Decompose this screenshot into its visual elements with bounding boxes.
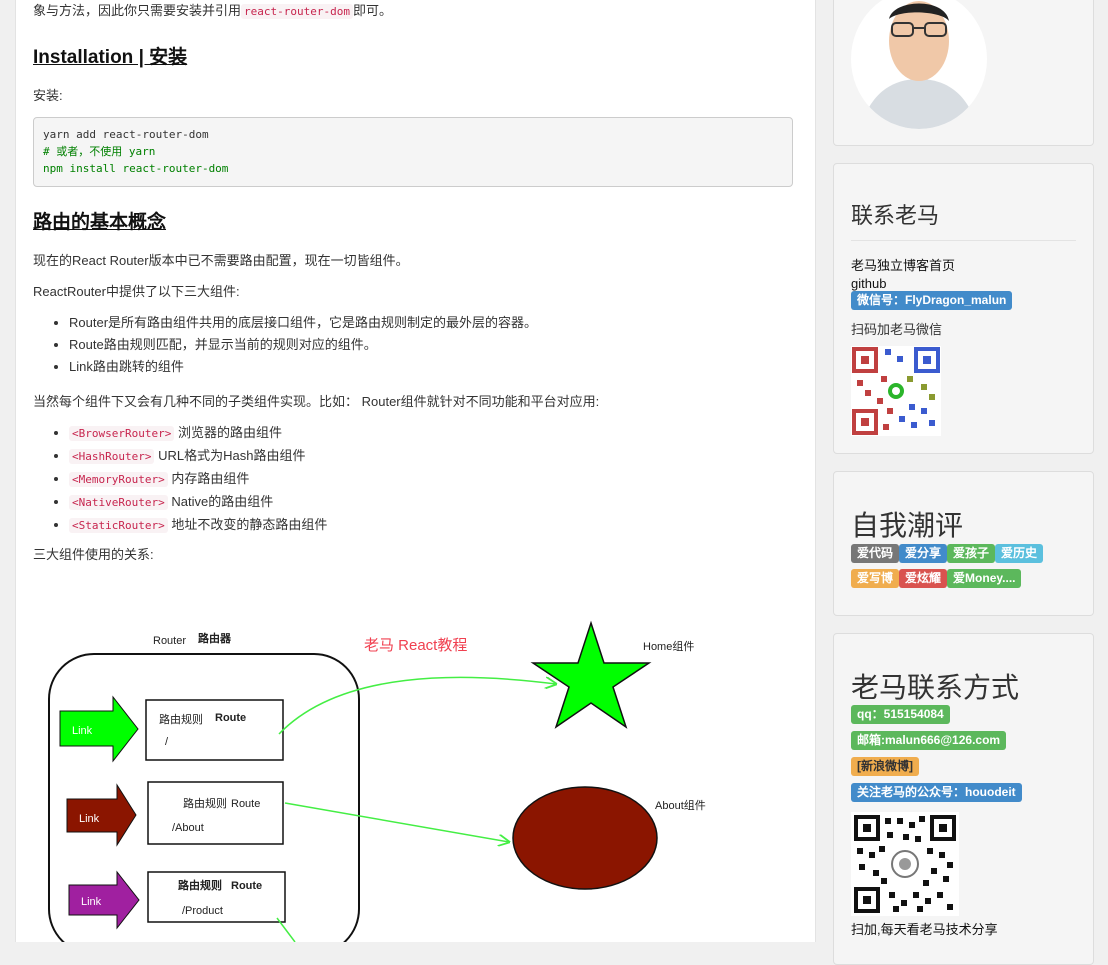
link-label: Link: [72, 725, 93, 737]
link-arrow-2: Link: [66, 783, 137, 847]
about-ellipse-shape: [512, 786, 658, 890]
tag-badge: 爱孩子: [947, 544, 996, 563]
paragraph-1: 现在的React Router版本中已不需要路由配置，现在一切皆组件。: [33, 253, 409, 268]
tag-badge: 爱代码: [851, 544, 900, 563]
intro-tail: 即可。: [352, 3, 392, 18]
code-block: yarn add react-router-dom # 或者，不使用 yarn …: [33, 117, 793, 187]
paragraph-4: 三大组件使用的关系:: [33, 547, 154, 562]
list-item: <BrowserRouter> 浏览器的路由组件: [69, 422, 327, 445]
tag-badge: 爱Money....: [947, 569, 1022, 588]
list-item: Route路由规则匹配，并显示当前的规则对应的组件。: [69, 334, 537, 356]
link-label: Link: [79, 813, 100, 825]
wechat-qr-code: [851, 346, 941, 436]
weibo-badge[interactable]: [新浪微博]: [851, 757, 919, 776]
home-star-shape: [530, 620, 652, 729]
route-rule-label: 路由规则: [183, 796, 227, 810]
list-item-desc: 内存路由组件: [171, 471, 250, 486]
arrow-to-home: [278, 676, 556, 735]
arrow-to-product: [276, 917, 296, 942]
list-item-desc: Native的路由组件: [171, 494, 274, 509]
inline-code: <StaticRouter>: [69, 518, 168, 533]
tag-badge: 爱写博: [851, 569, 900, 588]
inline-code: react-router-dom: [241, 4, 353, 19]
contact-card: 联系老马 老马独立博客首页 github 微信号：FlyDragon_malun…: [833, 163, 1094, 454]
about-component-label: About组件: [655, 798, 706, 812]
list-item-desc: 浏览器的路由组件: [177, 425, 282, 440]
code-line-3: npm install react-router-dom: [43, 162, 229, 175]
route-label: Route: [231, 798, 260, 810]
contact-methods-title: 老马联系方式: [851, 672, 1020, 703]
paragraph-3: 当然每个组件下又会有几种不同的子类组件实现。比如： Router组件就针对不同功…: [33, 394, 600, 409]
contact-title: 联系老马: [851, 203, 940, 228]
tag-list: 爱代码 爱分享 爱孩子 爱历史 爱写博 爱炫耀 爱Money....: [851, 544, 1076, 588]
watermark-text: 老马 React教程: [364, 637, 467, 654]
self-review-card: 自我潮评 爱代码 爱分享 爱孩子 爱历史 爱写博 爱炫耀 爱Money....: [833, 471, 1094, 616]
email-badge: 邮箱:malun666@126.com: [851, 731, 1007, 750]
wechat-badge: 微信号：FlyDragon_malun: [851, 291, 1013, 310]
router-label: Router: [153, 635, 186, 647]
home-component-label: Home组件: [643, 639, 694, 653]
link-arrow-1: Link: [59, 695, 139, 763]
route-path: /About: [172, 822, 204, 834]
list-item-desc: URL格式为Hash路由组件: [158, 448, 306, 463]
intro-text: 象与方法，因此你只需要安装并引用: [33, 3, 242, 18]
install-label: 安装:: [33, 88, 63, 103]
route-rule-label: 路由规则: [159, 712, 203, 726]
link-arrow-3: Link: [68, 870, 140, 930]
components-list: Router是所有路由组件共用的底层接口组件，它是路由规则制定的最外层的容器。 …: [33, 312, 537, 378]
github-link[interactable]: github: [851, 276, 886, 292]
router-types-list: <BrowserRouter> 浏览器的路由组件 <HashRouter> UR…: [33, 422, 327, 537]
paragraph-2: ReactRouter中提供了以下三大组件:: [33, 284, 240, 299]
list-item: <StaticRouter> 地址不改变的静态路由组件: [69, 514, 327, 537]
inline-code: <NativeRouter>: [69, 495, 168, 510]
list-item: Link路由跳转的组件: [69, 356, 537, 378]
qq-badge: qq：515154084: [851, 705, 950, 724]
route-box-2: [147, 781, 284, 845]
tag-badge: 爱历史: [995, 544, 1044, 563]
public-account-qr-code: [851, 812, 959, 916]
tag-badge: 爱分享: [899, 544, 948, 563]
route-box-1: [145, 699, 284, 761]
route-label: Route: [231, 880, 262, 892]
intro-paragraph: 象与方法，因此你只需要安装并引用 react-router-dom 即可。: [33, 2, 796, 21]
bottom-text: 扫加,每天看老马技术分享: [851, 922, 998, 937]
scan-text: 扫码加老马微信: [851, 322, 943, 337]
avatar-card: [833, 0, 1094, 146]
installation-heading[interactable]: Installation | 安装: [33, 42, 187, 69]
route-path: /Product: [182, 905, 223, 917]
self-review-title: 自我潮评: [851, 510, 964, 541]
list-item: <NativeRouter> Native的路由组件: [69, 491, 327, 514]
list-item-desc: 地址不改变的静态路由组件: [171, 517, 328, 532]
inline-code: <MemoryRouter>: [69, 472, 168, 487]
tag-badge: 爱炫耀: [899, 569, 948, 588]
blog-home-link[interactable]: 老马独立博客首页: [851, 258, 955, 274]
concept-heading[interactable]: 路由的基本概念: [33, 207, 166, 234]
arrow-to-about: [284, 802, 509, 842]
code-line-2: # 或者，不使用 yarn: [43, 145, 156, 158]
router-cn-label: 路由器: [198, 631, 232, 645]
inline-code: <BrowserRouter>: [69, 426, 175, 441]
avatar: [851, 0, 987, 129]
list-item: <HashRouter> URL格式为Hash路由组件: [69, 445, 327, 468]
route-rule-label: 路由规则: [178, 878, 222, 892]
link-label: Link: [81, 896, 102, 908]
inline-code: <HashRouter>: [69, 449, 155, 464]
contact-methods-card: 老马联系方式 qq：515154084 邮箱:malun666@126.com …: [833, 633, 1094, 965]
article-panel: 象与方法，因此你只需要安装并引用 react-router-dom 即可。 Inst…: [15, 0, 816, 942]
list-item: <MemoryRouter> 内存路由组件: [69, 468, 327, 491]
route-label: Route: [215, 712, 246, 724]
wechat-public-badge: 关注老马的公众号：houodeit: [851, 783, 1022, 802]
list-item: Router是所有路由组件共用的底层接口组件，它是路由规则制定的最外层的容器。: [69, 312, 537, 334]
router-diagram: Router 路由器 老马 React教程 路由规则 Route / 路由规则 …: [48, 620, 706, 942]
code-line-1: yarn add react-router-dom: [43, 128, 209, 141]
divider: [851, 240, 1076, 241]
